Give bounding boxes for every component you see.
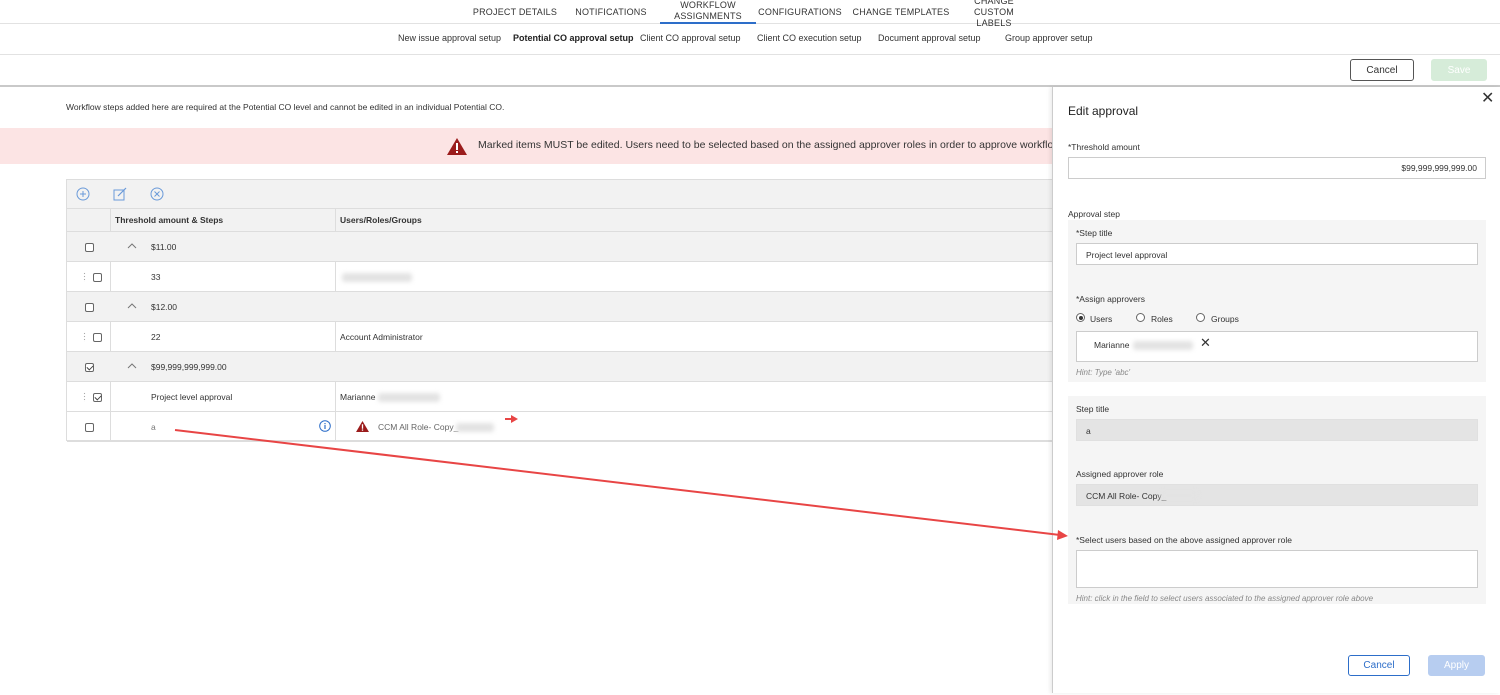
redacted-user <box>378 393 440 402</box>
role-section: Step title a Assigned approver role CCM … <box>1068 396 1486 604</box>
info-text: Workflow steps added here are required a… <box>66 102 505 112</box>
approval-step-section: *Step title Project level approval *Assi… <box>1068 220 1486 382</box>
threshold-group-row: $99,999,999,999.00 <box>67 352 1054 382</box>
step-title: 33 <box>151 272 161 282</box>
threshold-input[interactable]: $99,999,999,999.00 <box>1068 157 1486 179</box>
approval-table: Threshold amount & Steps Users/Roles/Gro… <box>66 179 1054 442</box>
threshold-group-row: $11.00 <box>67 232 1054 262</box>
redacted-user <box>1133 341 1193 350</box>
warning-icon <box>356 421 369 432</box>
tab-project-details[interactable]: PROJECT DETAILS <box>470 0 560 24</box>
delete-circle-icon[interactable] <box>150 187 164 201</box>
annotation-arrow-long <box>174 429 1061 536</box>
table-toolbar <box>67 180 1054 209</box>
approvers-hint: Hint: Type 'abc' <box>1076 368 1131 377</box>
step-title: Project level approval <box>151 392 233 402</box>
assigned-role-value: CCM All Role- Copy_ <box>1086 491 1167 501</box>
threshold-group-row: $12.00 <box>67 292 1054 322</box>
approvers-input[interactable]: Marianne ✕ <box>1076 331 1478 362</box>
sub-nav: New issue approval setup Potential CO ap… <box>0 25 1500 55</box>
action-bar: Cancel Save <box>0 55 1500 87</box>
select-users-input[interactable] <box>1076 550 1478 588</box>
radio-groups[interactable] <box>1196 313 1205 322</box>
subtab-new-issue[interactable]: New issue approval setup <box>398 33 501 43</box>
subtab-client-co[interactable]: Client CO approval setup <box>640 33 741 43</box>
table-header: Threshold amount & Steps Users/Roles/Gro… <box>67 209 1054 232</box>
chevron-up-icon[interactable] <box>127 243 137 249</box>
radio-users[interactable] <box>1076 313 1085 322</box>
step-row[interactable]: 33 <box>67 262 1054 292</box>
select-users-label: *Select users based on the above assigne… <box>1076 535 1292 545</box>
threshold-amount: $99,999,999,999.00 <box>151 362 227 372</box>
cancel-button[interactable]: Cancel <box>1350 59 1414 81</box>
assigned-role-label: Assigned approver role <box>1076 469 1164 479</box>
warning-banner: Marked items MUST be edited. Users need … <box>0 128 1053 164</box>
radio-roles-label: Roles <box>1151 314 1173 324</box>
drag-handle-icon[interactable] <box>83 272 86 282</box>
step-title-readonly: a <box>1076 419 1478 441</box>
step-title: a <box>151 422 156 432</box>
group-checkbox[interactable] <box>85 363 94 372</box>
assign-approvers-label: *Assign approvers <box>1076 294 1145 304</box>
drag-handle-icon[interactable] <box>83 332 86 342</box>
select-users-hint: Hint: click in the field to select users… <box>1076 594 1374 603</box>
step-user: Marianne <box>340 392 376 402</box>
subtab-document[interactable]: Document approval setup <box>878 33 981 43</box>
header-threshold: Threshold amount & Steps <box>111 209 336 232</box>
step-row[interactable]: a CCM All Role- Copy_ <box>67 412 1054 442</box>
row-checkbox[interactable] <box>93 393 102 402</box>
save-button[interactable]: Save <box>1431 59 1487 81</box>
close-icon[interactable]: ✕ <box>1481 91 1494 107</box>
redacted-role <box>1160 491 1198 500</box>
add-circle-icon[interactable] <box>76 187 90 201</box>
subtab-group-approver[interactable]: Group approver setup <box>1005 33 1093 43</box>
step-row[interactable]: Project level approval Marianne <box>67 382 1054 412</box>
header-users: Users/Roles/Groups <box>340 215 422 225</box>
step-title-label: *Step title <box>1076 228 1113 238</box>
tab-workflow-assignments[interactable]: WORKFLOW ASSIGNMENTS <box>660 0 756 24</box>
radio-users-label: Users <box>1090 314 1113 324</box>
radio-roles[interactable] <box>1136 313 1145 322</box>
subtab-potential-co[interactable]: Potential CO approval setup <box>513 33 634 43</box>
threshold-amount: $12.00 <box>151 302 177 312</box>
step-title-label: Step title <box>1076 404 1110 414</box>
chevron-up-icon[interactable] <box>127 303 137 309</box>
tab-change-templates[interactable]: CHANGE TEMPLATES <box>852 0 950 24</box>
group-checkbox[interactable] <box>85 243 94 252</box>
step-title-input[interactable]: Project level approval <box>1076 243 1478 265</box>
group-checkbox[interactable] <box>85 303 94 312</box>
panel-title: Edit approval <box>1068 104 1139 118</box>
edit-approval-panel: Edit approval ✕ *Threshold amount $99,99… <box>1052 87 1500 693</box>
redacted-role <box>456 423 494 432</box>
edit-icon[interactable] <box>113 187 127 201</box>
subtab-client-co-execution[interactable]: Client CO execution setup <box>757 33 862 43</box>
row-checkbox[interactable] <box>85 423 94 432</box>
row-checkbox[interactable] <box>93 273 102 282</box>
step-role: CCM All Role- Copy_ <box>378 422 459 432</box>
tab-change-custom-labels[interactable]: CHANGE CUSTOM LABELS <box>954 0 1034 28</box>
info-icon[interactable] <box>319 420 331 432</box>
tab-notifications[interactable]: NOTIFICATIONS <box>572 0 650 24</box>
step-title: 22 <box>151 332 161 342</box>
tab-configurations[interactable]: CONFIGURATIONS <box>756 0 844 24</box>
header-select <box>67 209 111 232</box>
threshold-label: *Threshold amount <box>1068 142 1140 152</box>
selected-user-chip: Marianne <box>1094 340 1130 350</box>
chevron-up-icon[interactable] <box>127 363 137 369</box>
approval-step-label: Approval step <box>1068 209 1120 219</box>
panel-cancel-button[interactable]: Cancel <box>1348 655 1410 676</box>
redacted-user <box>342 273 412 282</box>
apply-button[interactable]: Apply <box>1428 655 1485 676</box>
remove-x-icon[interactable]: ✕ <box>1200 335 1211 351</box>
drag-handle-icon[interactable] <box>83 392 86 402</box>
step-user: Account Administrator <box>340 332 423 342</box>
row-checkbox[interactable] <box>93 333 102 342</box>
step-row[interactable]: 22 Account Administrator <box>67 322 1054 352</box>
threshold-amount: $11.00 <box>151 242 177 252</box>
assigned-role-readonly: CCM All Role- Copy_ <box>1076 484 1478 506</box>
top-nav: PROJECT DETAILS NOTIFICATIONS WORKFLOW A… <box>0 0 1500 28</box>
radio-groups-label: Groups <box>1211 314 1239 324</box>
warning-icon <box>447 138 467 155</box>
banner-message: Marked items MUST be edited. Users need … <box>478 139 1053 151</box>
